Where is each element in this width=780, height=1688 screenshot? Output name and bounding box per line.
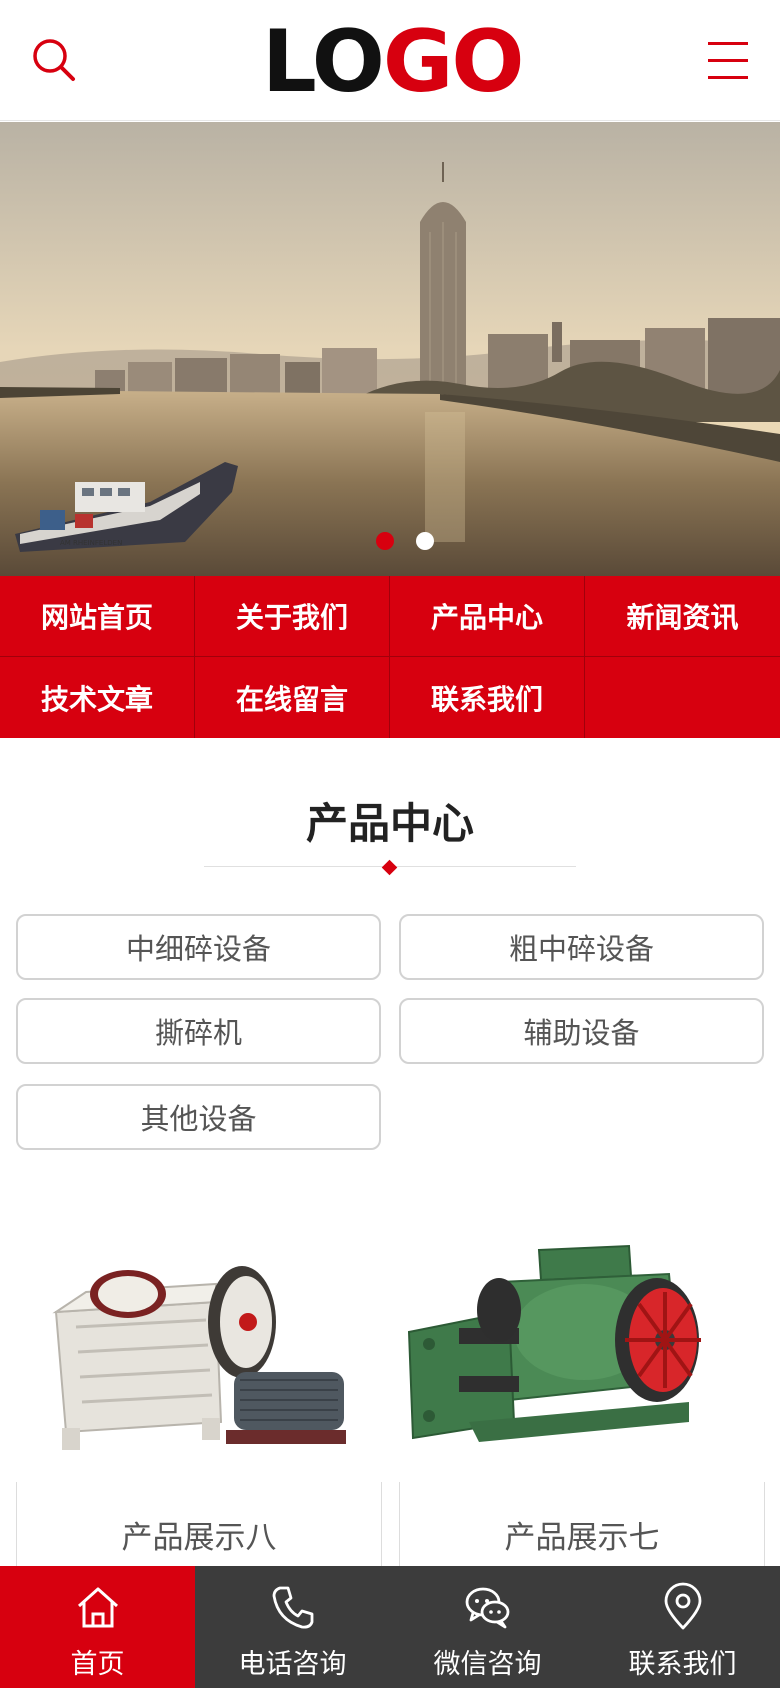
logo-text-red: GO xyxy=(382,12,525,112)
product-image-jaw-crusher[interactable] xyxy=(16,1232,382,1482)
nav-item-products[interactable]: 产品中心 xyxy=(390,576,585,657)
nav-item-empty xyxy=(585,657,780,738)
tab-home[interactable]: 首页 xyxy=(0,1566,195,1688)
category-button-fine-crushing[interactable]: 中细碎设备 xyxy=(16,914,381,980)
product-card[interactable]: 产品展示八 xyxy=(16,1232,382,1572)
product-image-roller-crusher[interactable] xyxy=(399,1232,765,1482)
product-name[interactable]: 产品展示八 xyxy=(16,1512,382,1557)
tab-wechat[interactable]: 微信咨询 xyxy=(390,1566,585,1688)
category-button-coarse-crushing[interactable]: 粗中碎设备 xyxy=(399,914,764,980)
nav-item-news[interactable]: 新闻资讯 xyxy=(585,576,780,657)
tab-label: 首页 xyxy=(70,1649,125,1680)
bottom-tab-bar: 首页 电话咨询 微信咨询 联系我们 xyxy=(0,1566,780,1688)
location-pin-icon xyxy=(664,1582,701,1630)
tab-label: 联系我们 xyxy=(628,1649,737,1680)
wechat-icon xyxy=(465,1587,509,1629)
product-name[interactable]: 产品展示七 xyxy=(399,1512,765,1557)
main-nav: 网站首页 关于我们 产品中心 新闻资讯 技术文章 在线留言 联系我们 xyxy=(0,576,780,738)
tab-label: 微信咨询 xyxy=(433,1649,542,1680)
tab-label: 电话咨询 xyxy=(238,1649,347,1680)
search-icon[interactable] xyxy=(30,36,78,84)
hero-banner[interactable]: AM RHEINFELDEN xyxy=(0,122,780,576)
category-button-auxiliary[interactable]: 辅助设备 xyxy=(399,998,764,1064)
nav-item-articles[interactable]: 技术文章 xyxy=(0,657,195,738)
carousel-dots xyxy=(0,532,780,552)
home-icon xyxy=(77,1587,118,1628)
header: LO GO xyxy=(0,0,780,121)
tab-contact[interactable]: 联系我们 xyxy=(585,1566,780,1688)
tab-phone[interactable]: 电话咨询 xyxy=(195,1566,390,1688)
product-card[interactable]: 产品展示七 xyxy=(399,1232,765,1572)
nav-item-contact[interactable]: 联系我们 xyxy=(390,657,585,738)
category-button-shredder[interactable]: 撕碎机 xyxy=(16,998,381,1064)
title-diamond-icon xyxy=(381,859,398,876)
nav-item-home[interactable]: 网站首页 xyxy=(0,576,195,657)
logo[interactable]: LO GO xyxy=(262,12,525,112)
nav-item-message[interactable]: 在线留言 xyxy=(195,657,390,738)
section-title: 产品中心 xyxy=(305,799,474,848)
nav-item-about[interactable]: 关于我们 xyxy=(195,576,390,657)
category-button-other[interactable]: 其他设备 xyxy=(16,1084,381,1150)
logo-text-black: LO xyxy=(262,12,385,112)
hamburger-menu-icon[interactable] xyxy=(704,38,752,84)
phone-icon xyxy=(272,1586,313,1629)
carousel-dot-2[interactable] xyxy=(416,532,434,550)
carousel-dot-1[interactable] xyxy=(376,532,394,550)
